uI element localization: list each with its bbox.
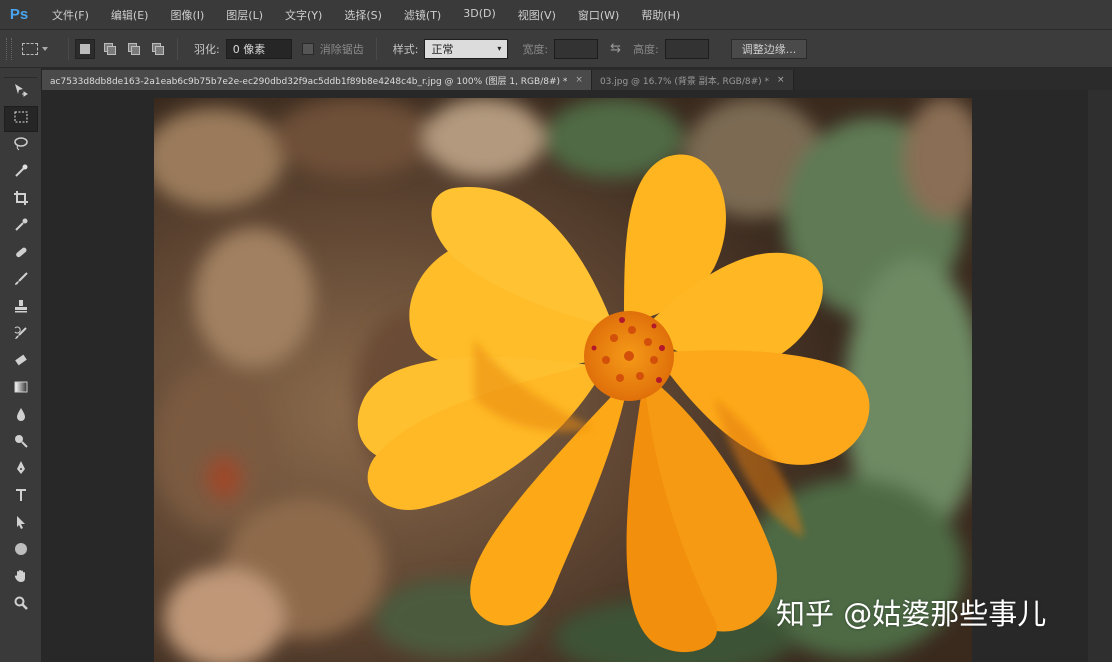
eyedropper-icon: [13, 217, 29, 237]
feather-input[interactable]: 0 像素: [225, 38, 292, 59]
width-input[interactable]: [554, 38, 599, 59]
menu-items: 文件(F) 编辑(E) 图像(I) 图层(L) 文字(Y) 选择(S) 滤镜(T) 3D(D)…: [34, 4, 684, 26]
divider: [375, 37, 377, 60]
move-tool[interactable]: [4, 79, 38, 105]
swap-icon[interactable]: ⇆: [610, 41, 621, 56]
eyedropper-tool[interactable]: [4, 214, 38, 240]
tools-panel-grip[interactable]: [4, 68, 37, 78]
dodge-icon: [13, 433, 29, 453]
bandage-icon: [13, 244, 29, 264]
marquee-icon: [13, 109, 29, 129]
tools-panel: [0, 68, 42, 662]
type-icon: [13, 487, 29, 507]
drop-icon: [13, 406, 29, 426]
menu-item-4[interactable]: 文字(Y): [281, 4, 326, 26]
menu-item-5[interactable]: 选择(S): [340, 4, 386, 26]
lasso-tool[interactable]: [4, 133, 38, 159]
history-brush-icon: [13, 325, 29, 345]
tab-title: ac7533d8db8de163-2a1eab6c9b75b7e2e-ec290…: [50, 76, 568, 87]
menu-item-1[interactable]: 编辑(E): [107, 4, 153, 26]
menu-item-2[interactable]: 图像(I): [166, 4, 208, 26]
stamp-icon: [13, 298, 29, 318]
history-brush-tool[interactable]: [4, 322, 38, 348]
rect-marquee-tool[interactable]: [4, 106, 38, 132]
brush-tool[interactable]: [4, 268, 38, 294]
flower-photo: [154, 98, 972, 662]
menu-item-0[interactable]: 文件(F): [48, 4, 93, 26]
blur-tool[interactable]: [4, 403, 38, 429]
wand-icon: [13, 163, 29, 183]
subtract-selection-button[interactable]: [123, 39, 143, 59]
menu-item-6[interactable]: 滤镜(T): [400, 4, 445, 26]
close-icon[interactable]: ×: [575, 75, 583, 85]
style-select[interactable]: 正常 ▾: [424, 38, 509, 59]
eraser-tool[interactable]: [4, 349, 38, 375]
chevron-down-icon: ▾: [497, 44, 502, 53]
zoom-icon: [13, 595, 29, 615]
dodge-tool[interactable]: [4, 430, 38, 456]
arrow-icon: [13, 514, 29, 534]
crop-tool[interactable]: [4, 187, 38, 213]
antialias-label: 消除锯齿: [319, 42, 364, 56]
tab-title: 03.jpg @ 16.7% (背景 副本, RGB/8#) *: [599, 76, 770, 87]
feather-label: 羽化:: [194, 42, 220, 56]
path-selection-tool[interactable]: [4, 511, 38, 537]
gradient-tool[interactable]: [4, 376, 38, 402]
ellipse-icon: [13, 541, 29, 561]
document-canvas[interactable]: [154, 98, 972, 662]
divider: [68, 37, 69, 60]
menu-item-7[interactable]: 3D(D): [459, 4, 500, 26]
add-selection-button[interactable]: [99, 39, 119, 59]
tab-document-1[interactable]: ac7533d8db8de163-2a1eab6c9b75b7e2e-ec290…: [42, 70, 592, 90]
close-icon[interactable]: ×: [777, 75, 785, 85]
new-selection-button[interactable]: [75, 38, 95, 59]
type-tool[interactable]: [4, 484, 38, 510]
quick-selection-tool[interactable]: [4, 160, 38, 186]
divider: [177, 37, 178, 60]
clone-stamp-tool[interactable]: [4, 295, 38, 321]
new-selection-icon: [80, 43, 90, 54]
tool-list: [0, 79, 41, 618]
photoshop-logo: Ps: [9, 6, 29, 23]
tool-preset-picker[interactable]: [22, 38, 62, 60]
tab-document-2[interactable]: 03.jpg @ 16.7% (背景 副本, RGB/8#) * ×: [591, 70, 794, 90]
style-select-value: 正常: [431, 42, 454, 56]
canvas-area[interactable]: [42, 90, 1112, 662]
intersect-selection-button[interactable]: [147, 39, 167, 59]
style-label: 样式:: [392, 42, 419, 56]
chevron-down-icon: [42, 46, 48, 51]
lasso-icon: [13, 136, 29, 156]
refine-edge-button[interactable]: 调整边缘...: [730, 38, 808, 59]
height-input[interactable]: [664, 38, 709, 59]
healing-brush-tool[interactable]: [4, 241, 38, 267]
pen-icon: [13, 460, 29, 480]
pen-tool[interactable]: [4, 457, 38, 483]
height-label: 高度:: [633, 42, 659, 56]
document-tabs: ac7533d8db8de163-2a1eab6c9b75b7e2e-ec290…: [42, 68, 1112, 90]
antialias-checkbox[interactable]: [301, 42, 314, 55]
add-selection-icon: [103, 43, 116, 55]
gradient-icon: [13, 379, 29, 399]
marquee-icon: [22, 42, 38, 55]
hand-tool[interactable]: [4, 565, 38, 591]
options-grip[interactable]: [6, 37, 12, 60]
move-icon: [13, 82, 29, 102]
shape-tool[interactable]: [4, 538, 38, 564]
crop-icon: [13, 190, 29, 210]
eraser-icon: [13, 352, 29, 372]
menu-item-8[interactable]: 视图(V): [514, 4, 560, 26]
brush-icon: [13, 271, 29, 291]
panel-dock-edge: [1088, 90, 1112, 662]
menu-item-9[interactable]: 窗口(W): [574, 4, 623, 26]
options-bar: 羽化: 0 像素 消除锯齿 样式: 正常 ▾ 宽度: ⇆ 高度: 调整边缘...: [0, 30, 1112, 68]
menu-item-10[interactable]: 帮助(H): [637, 4, 684, 26]
menu-item-3[interactable]: 图层(L): [222, 4, 267, 26]
menu-bar: Ps 文件(F) 编辑(E) 图像(I) 图层(L) 文字(Y) 选择(S) 滤镜(T) 3D…: [0, 0, 1112, 30]
subtract-selection-icon: [127, 43, 140, 55]
zhihu-watermark: 知乎 @姑婆那些事儿: [776, 597, 1047, 631]
zoom-tool[interactable]: [4, 592, 38, 618]
hand-icon: [13, 568, 29, 588]
intersect-selection-icon: [151, 43, 164, 55]
width-label: 宽度:: [522, 42, 549, 56]
